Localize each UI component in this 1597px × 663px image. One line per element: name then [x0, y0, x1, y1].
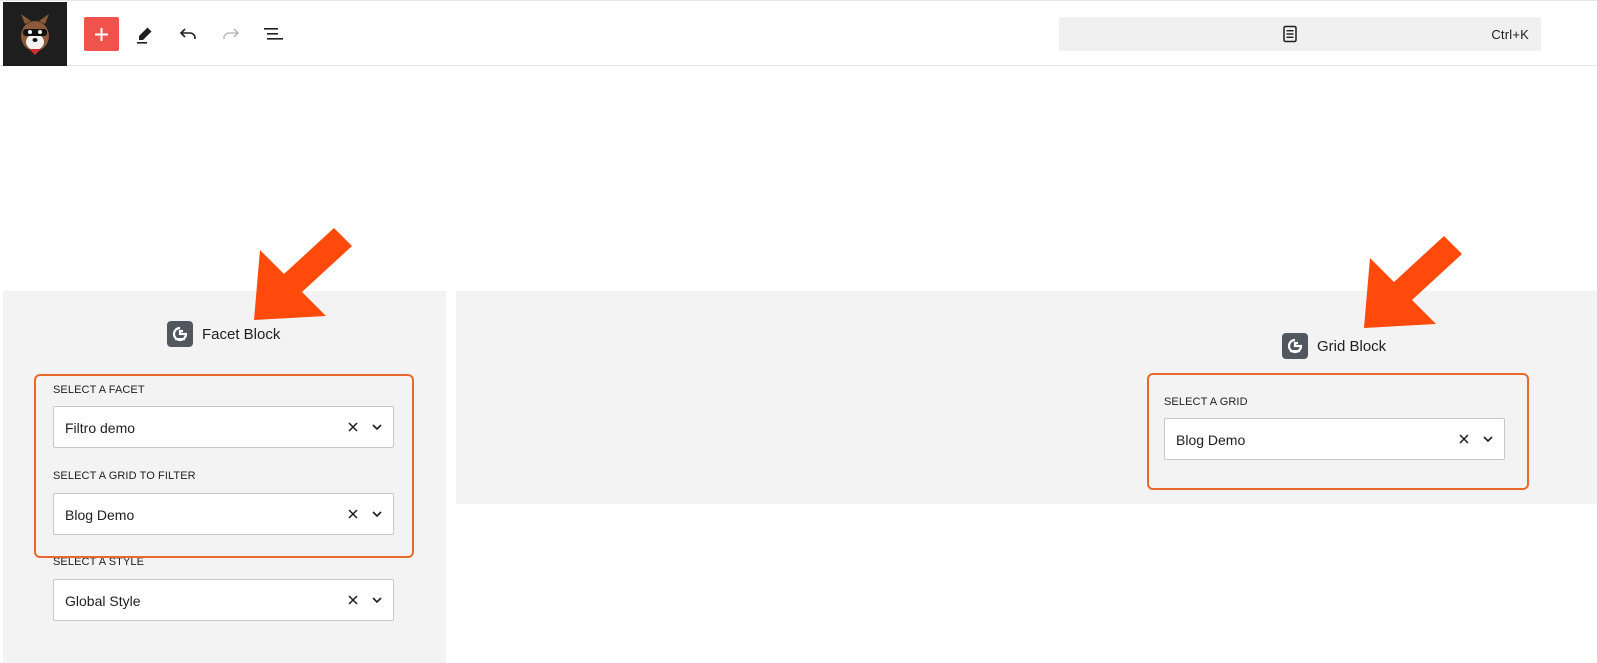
block-logo-icon — [167, 321, 193, 347]
command-palette-button[interactable]: Ctrl+K — [1059, 17, 1541, 51]
block-logo-icon — [1282, 333, 1308, 359]
arrow-pointer-icon — [1364, 236, 1462, 328]
grid-fields-highlight — [1147, 373, 1529, 490]
pencil-icon — [137, 27, 152, 44]
plus-icon — [95, 28, 108, 41]
style-select[interactable]: Global Style — [53, 579, 394, 621]
block-title: Facet Block — [202, 325, 281, 343]
facet-fields-highlight — [34, 374, 414, 558]
grid-block-header: Grid Block — [1282, 333, 1386, 359]
undo-button[interactable] — [176, 22, 200, 46]
chevron-down-icon[interactable] — [371, 596, 383, 604]
arrow-pointer-icon — [254, 228, 352, 320]
undo-icon — [179, 28, 196, 39]
list-view-button[interactable] — [261, 22, 285, 46]
edit-tool-button[interactable] — [133, 22, 157, 46]
list-view-icon — [264, 28, 283, 40]
redo-button[interactable] — [219, 22, 243, 46]
add-block-button[interactable] — [84, 17, 119, 51]
document-icon — [1283, 25, 1297, 43]
editor-page: Ctrl+K Facet Block SELECT A FACET Filtro… — [0, 0, 1597, 663]
redo-icon — [223, 28, 240, 39]
select-value: Global Style — [65, 593, 141, 609]
keyboard-shortcut: Ctrl+K — [1491, 27, 1529, 42]
site-logo-icon[interactable] — [3, 2, 67, 66]
clear-icon[interactable] — [347, 594, 359, 606]
editor-toolbar: Ctrl+K — [0, 0, 1597, 66]
block-title: Grid Block — [1317, 337, 1387, 355]
